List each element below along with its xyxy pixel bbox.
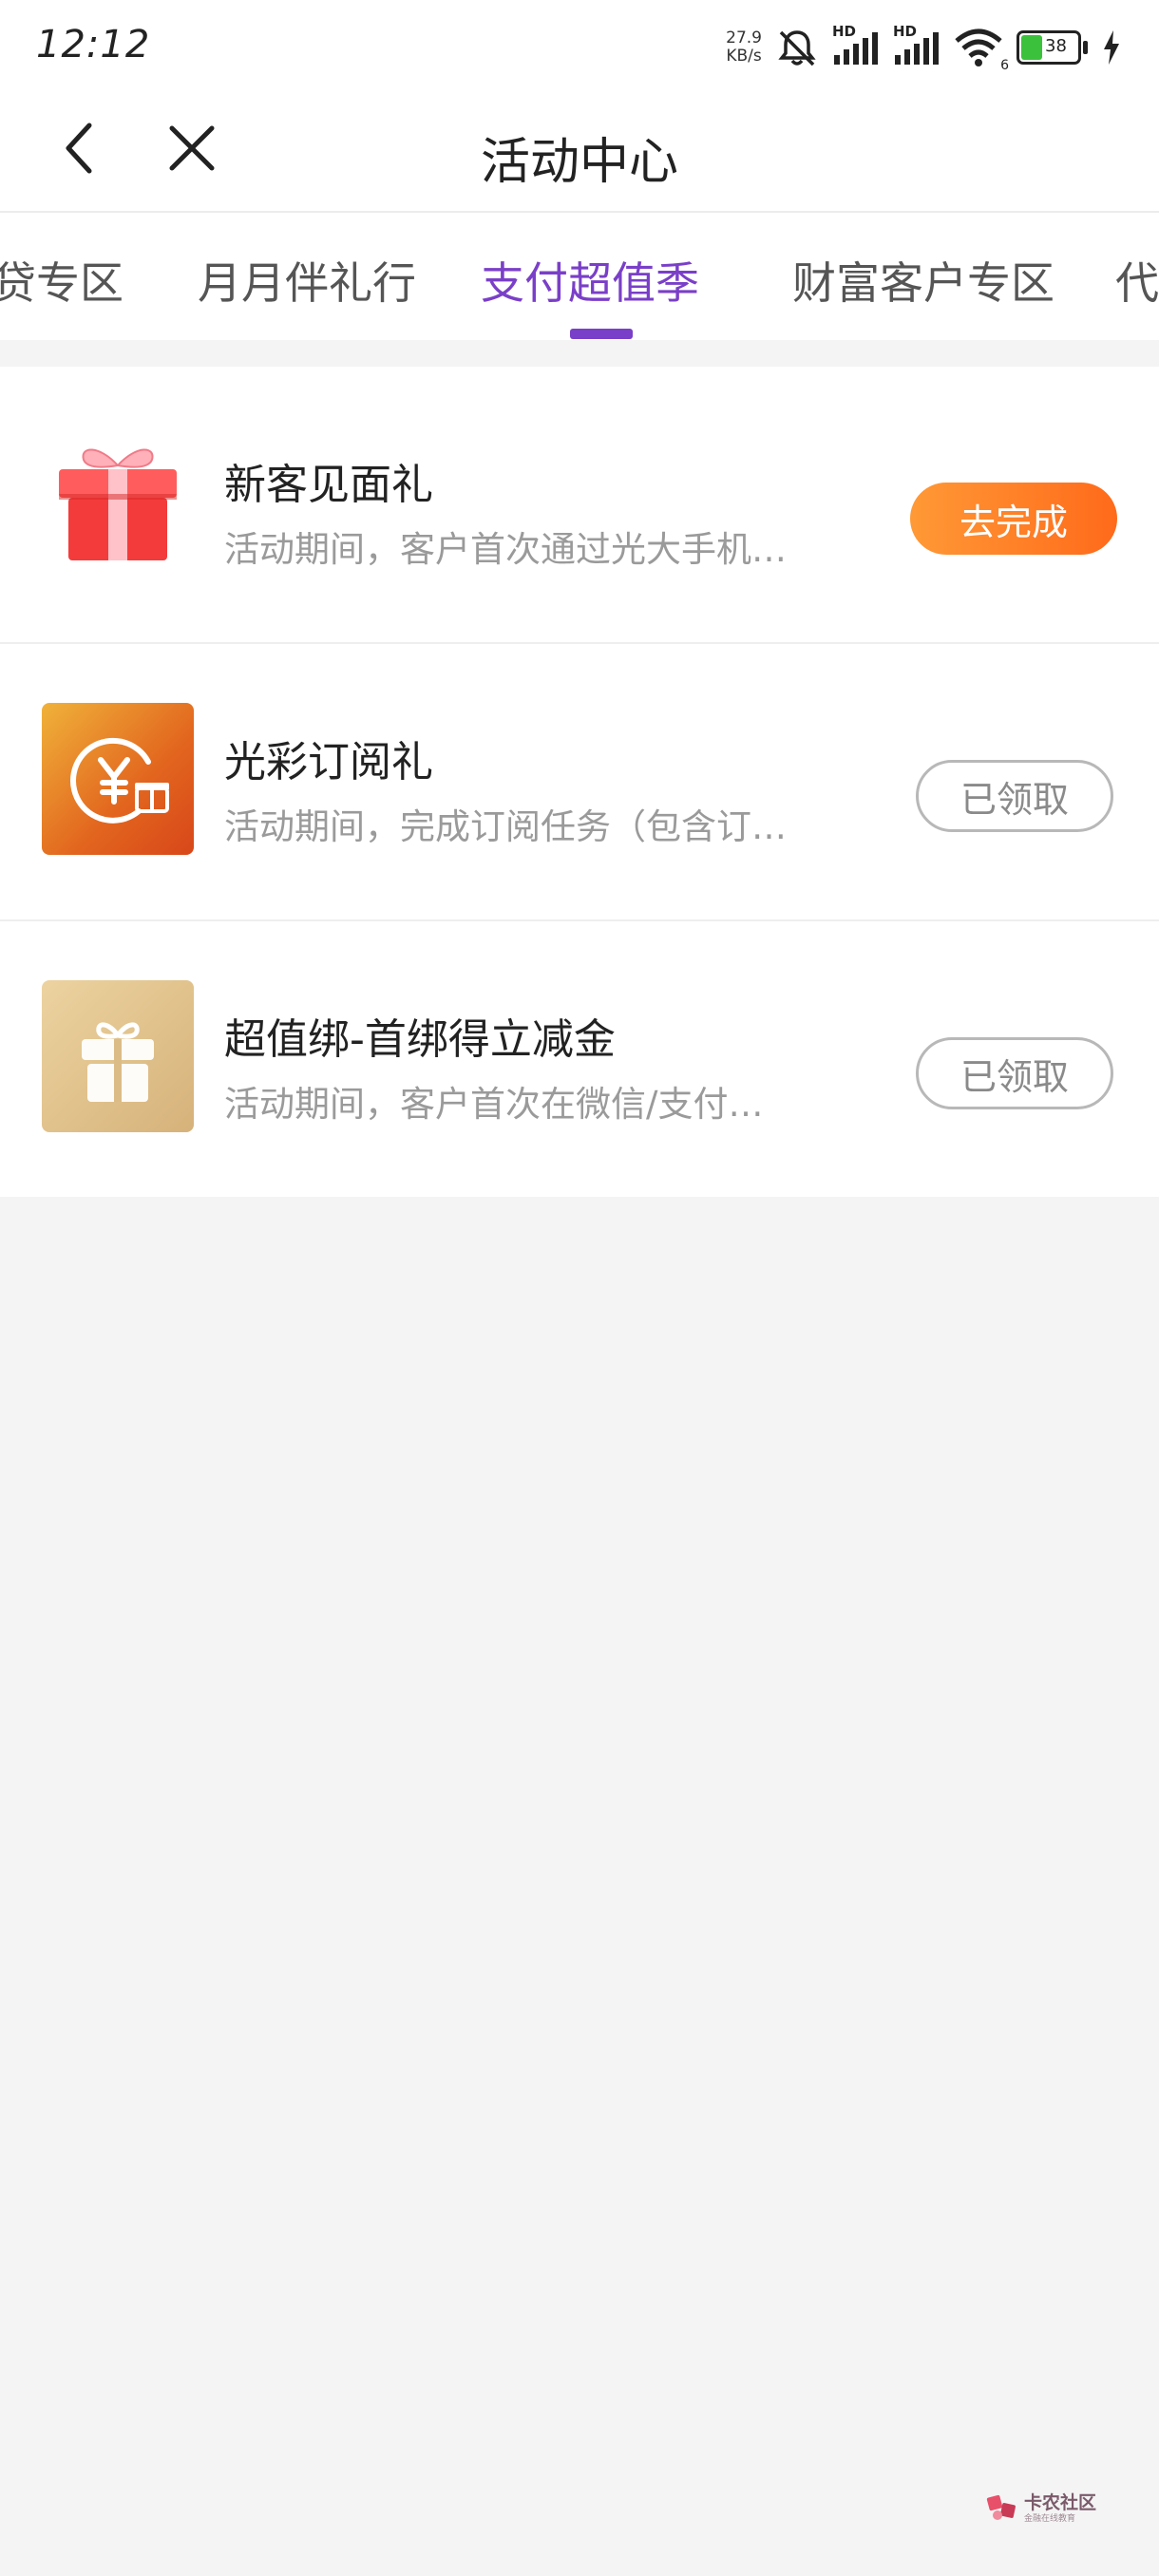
watermark-icon <box>986 2491 1018 2527</box>
activity-title: 超值绑-首绑得立减金 <box>224 1015 616 1064</box>
gift-icon <box>42 980 194 1132</box>
list-item[interactable]: 新客见面礼 活动期间，客户首次通过光大手机… 去完成 <box>0 367 1159 644</box>
tab-payment-season[interactable]: 支付超值季 <box>481 249 699 312</box>
wifi-badge: 6 <box>1000 58 1009 73</box>
mute-bell-icon <box>775 27 819 68</box>
status-icons: 27.9 KB/s HD HD 6 38 <box>726 23 1121 73</box>
signal-hd-label-2: HD <box>893 23 918 40</box>
signal-hd-label: HD <box>832 23 857 40</box>
watermark-subtitle: 金融在线教育 <box>1024 2513 1076 2524</box>
signal-icon-2: HD <box>893 23 940 66</box>
yuan-gift-icon <box>42 703 194 855</box>
charging-icon <box>1102 30 1121 65</box>
tab-wealth-customer[interactable]: 财富客户专区 <box>792 249 1054 312</box>
status-bar: 12:12 27.9 KB/s HD HD 6 38 <box>0 0 1159 95</box>
activity-title: 新客见面礼 <box>224 461 433 509</box>
net-speed-value: 27.9 <box>726 28 762 47</box>
wifi-icon: 6 <box>954 28 1009 73</box>
battery-level: 38 <box>1045 36 1067 56</box>
watermark-text: 卡农社区 金融在线教育 <box>1024 2491 1097 2525</box>
status-time: 12:12 <box>36 23 151 66</box>
activity-description: 活动期间，客户首次通过光大手机… <box>224 529 787 570</box>
category-tabs: 贷专区 月月伴礼行 支付超值季 财富客户专区 代 <box>0 213 1159 340</box>
activity-description: 活动期间，客户首次在微信/支付… <box>224 1084 764 1125</box>
net-speed: 27.9 KB/s <box>726 29 762 66</box>
activity-description: 活动期间，完成订阅任务（包含订… <box>224 806 787 847</box>
tab-active-indicator <box>570 329 633 339</box>
list-item[interactable]: 超值绑-首绑得立减金 活动期间，客户首次在微信/支付… 已领取 <box>0 921 1159 1197</box>
complete-button[interactable]: 去完成 <box>910 483 1117 555</box>
claimed-button[interactable]: 已领取 <box>916 1037 1113 1109</box>
nav-bar: 活动中心 <box>0 95 1159 213</box>
activity-list: 新客见面礼 活动期间，客户首次通过光大手机… 去完成 光彩订阅礼 活动期间，完成… <box>0 367 1159 1197</box>
tab-monthly-gift[interactable]: 月月伴礼行 <box>198 249 416 312</box>
signal-icon: HD <box>832 23 880 66</box>
watermark-logo: 卡农社区 金融在线教育 <box>986 2491 1096 2527</box>
watermark-name: 卡农社区 <box>1024 2491 1097 2513</box>
list-item[interactable]: 光彩订阅礼 活动期间，完成订阅任务（包含订… 已领取 <box>0 644 1159 921</box>
tab-more[interactable]: 代 <box>1115 249 1159 312</box>
activity-title: 光彩订阅礼 <box>224 738 433 786</box>
tab-loan-zone[interactable]: 贷专区 <box>0 249 124 312</box>
net-speed-unit: KB/s <box>726 47 762 66</box>
battery-icon: 38 <box>1016 30 1089 65</box>
claimed-button[interactable]: 已领取 <box>916 760 1113 832</box>
gift-box-icon <box>42 426 194 578</box>
page-title: 活动中心 <box>480 134 678 191</box>
